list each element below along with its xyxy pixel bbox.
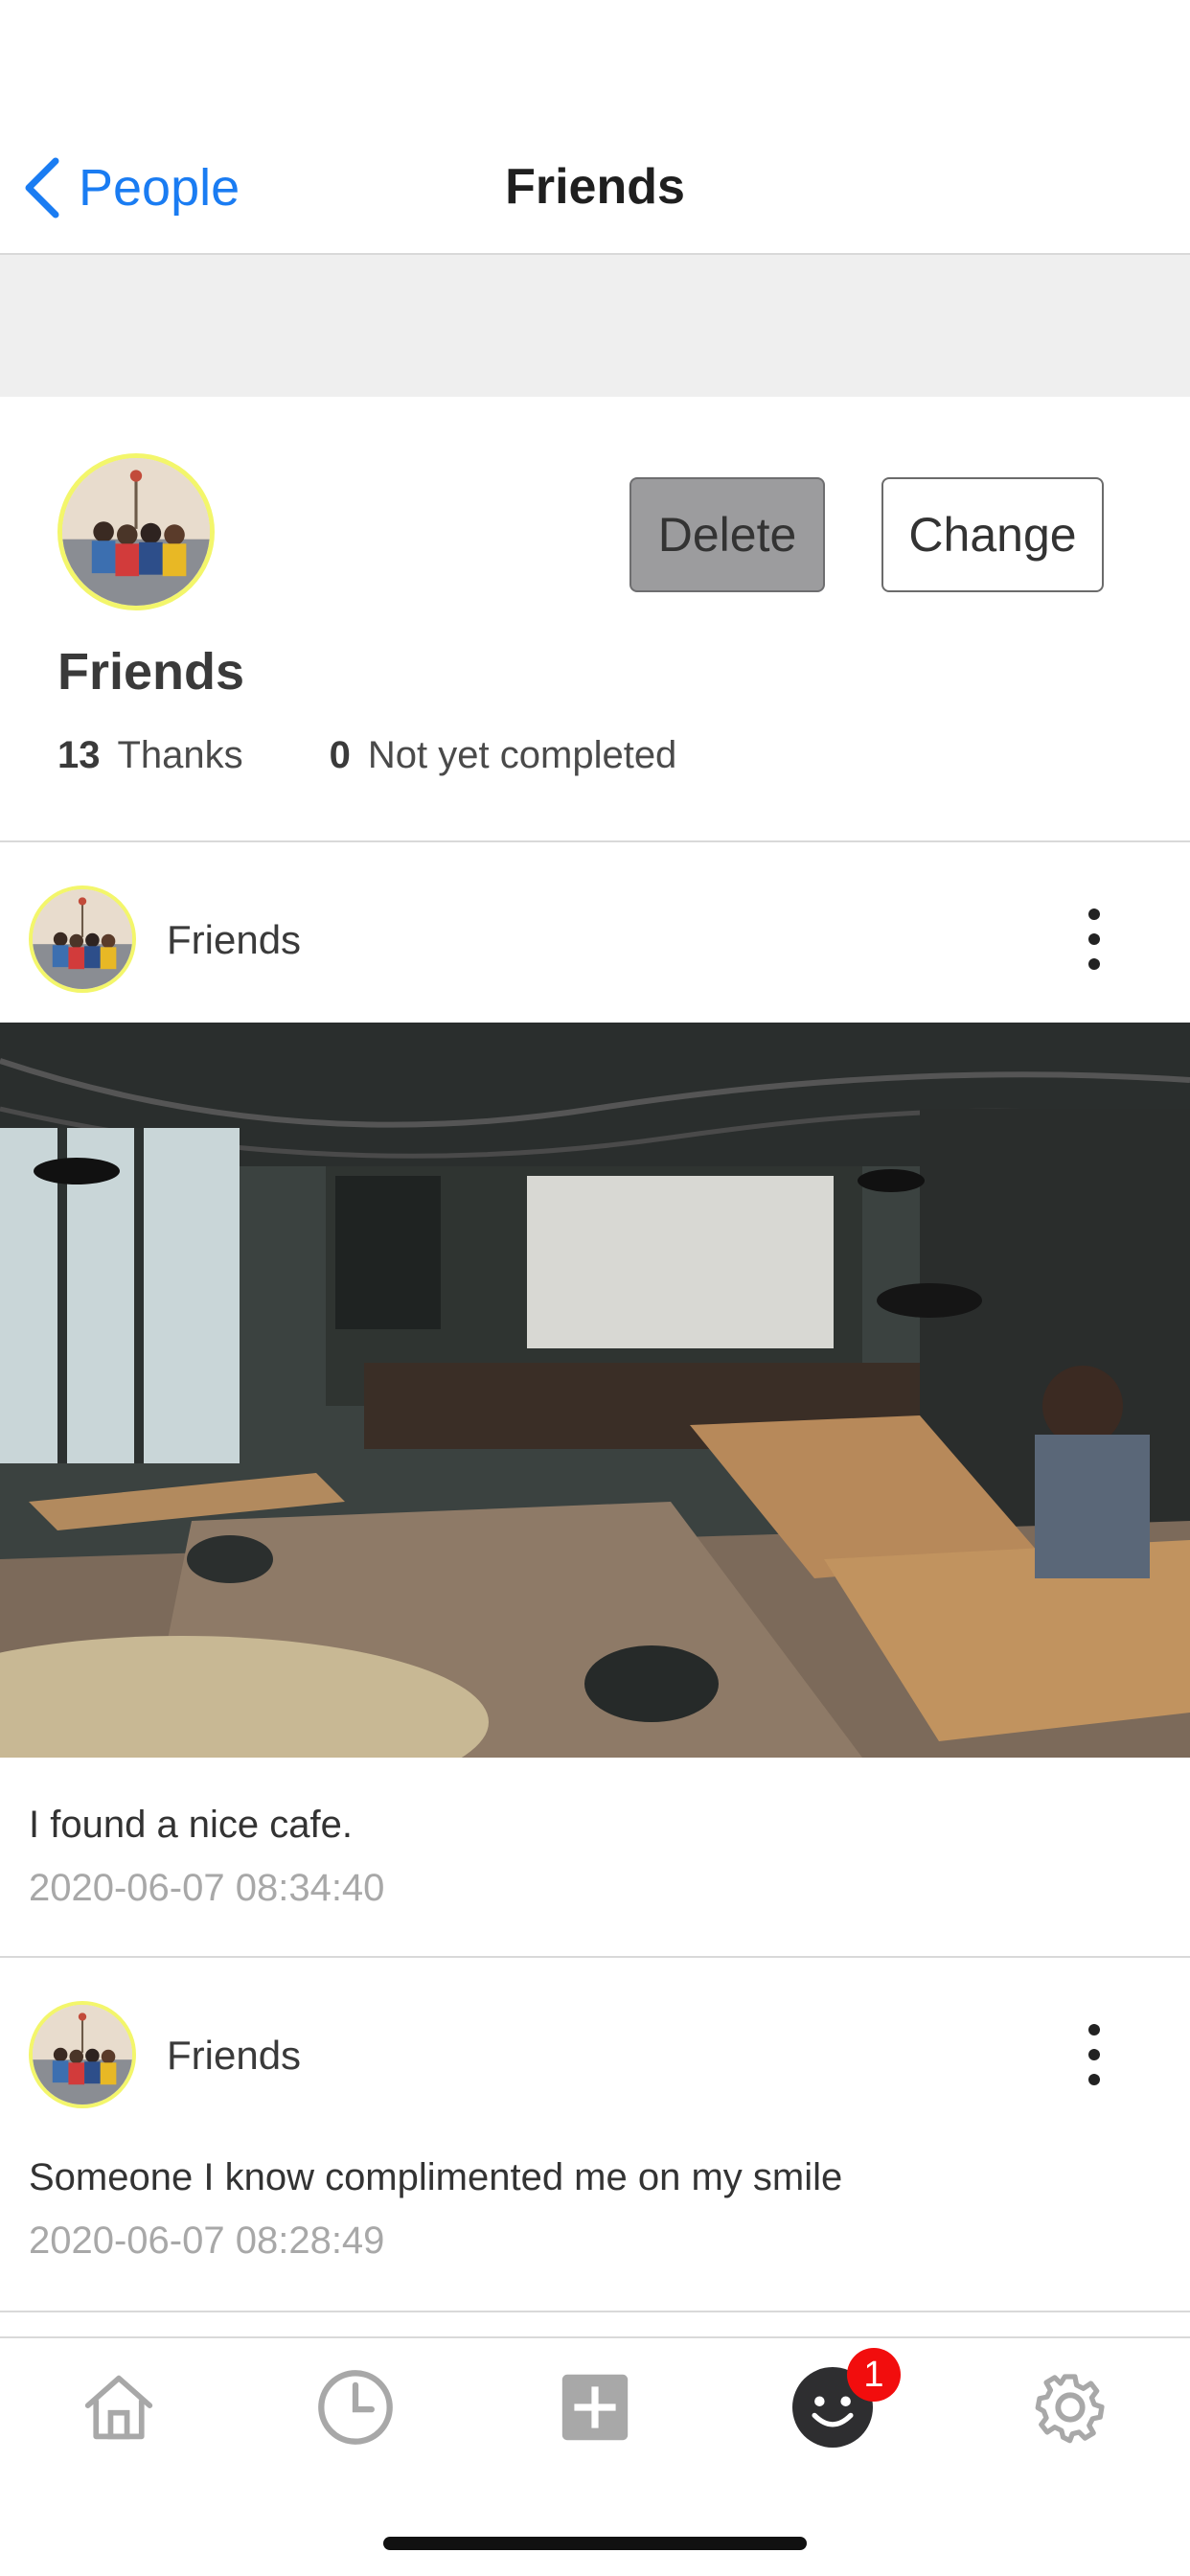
incomplete-label: Not yet completed bbox=[367, 734, 677, 776]
gear-icon bbox=[1035, 2374, 1105, 2444]
home-indicator bbox=[383, 2537, 807, 2550]
thanks-stat: 13 Thanks bbox=[57, 734, 243, 777]
tab-add[interactable] bbox=[547, 2359, 643, 2455]
group-name: Friends bbox=[57, 643, 245, 701]
tab-history[interactable] bbox=[308, 2359, 403, 2455]
incomplete-stat: 0 Not yet completed bbox=[330, 734, 677, 777]
group-avatar bbox=[57, 453, 215, 610]
app-screen: People Friends Delete Change Friends 13 … bbox=[0, 0, 1190, 2576]
thanks-label: Thanks bbox=[117, 734, 243, 776]
add-icon bbox=[561, 2374, 629, 2441]
delete-button[interactable]: Delete bbox=[629, 477, 825, 592]
post-text: I found a nice cafe. bbox=[29, 1804, 354, 1846]
post-timestamp: 2020-06-07 08:28:49 bbox=[29, 2220, 385, 2262]
post-divider bbox=[0, 2311, 1190, 2312]
post-divider bbox=[0, 1956, 1190, 1958]
post-timestamp: 2020-06-07 08:34:40 bbox=[29, 1867, 385, 1909]
change-button[interactable]: Change bbox=[881, 477, 1104, 592]
page-title: Friends bbox=[505, 159, 685, 215]
post-author-name: Friends bbox=[167, 2033, 302, 2078]
tab-home[interactable] bbox=[71, 2359, 167, 2455]
group-stats: 13 Thanks 0 Not yet completed bbox=[57, 734, 763, 777]
post-text: Someone I know complimented me on my smi… bbox=[29, 2156, 843, 2198]
post-author-name: Friends bbox=[167, 917, 302, 962]
more-options-icon[interactable] bbox=[1071, 2016, 1117, 2093]
post-author-avatar[interactable] bbox=[29, 2001, 136, 2108]
incomplete-count: 0 bbox=[329, 734, 351, 776]
home-icon bbox=[84, 2375, 153, 2440]
post-author-avatar[interactable] bbox=[29, 886, 136, 993]
thanks-count: 13 bbox=[57, 734, 101, 776]
clock-icon bbox=[318, 2370, 393, 2445]
tab-settings[interactable] bbox=[1022, 2359, 1118, 2455]
more-options-icon[interactable] bbox=[1071, 901, 1117, 978]
post-photo-cafe[interactable] bbox=[0, 1023, 1190, 1758]
section-divider bbox=[0, 840, 1190, 842]
navigation-bar: People Friends bbox=[0, 0, 1190, 255]
spacer-band bbox=[0, 255, 1190, 397]
notification-badge: 1 bbox=[847, 2348, 901, 2402]
